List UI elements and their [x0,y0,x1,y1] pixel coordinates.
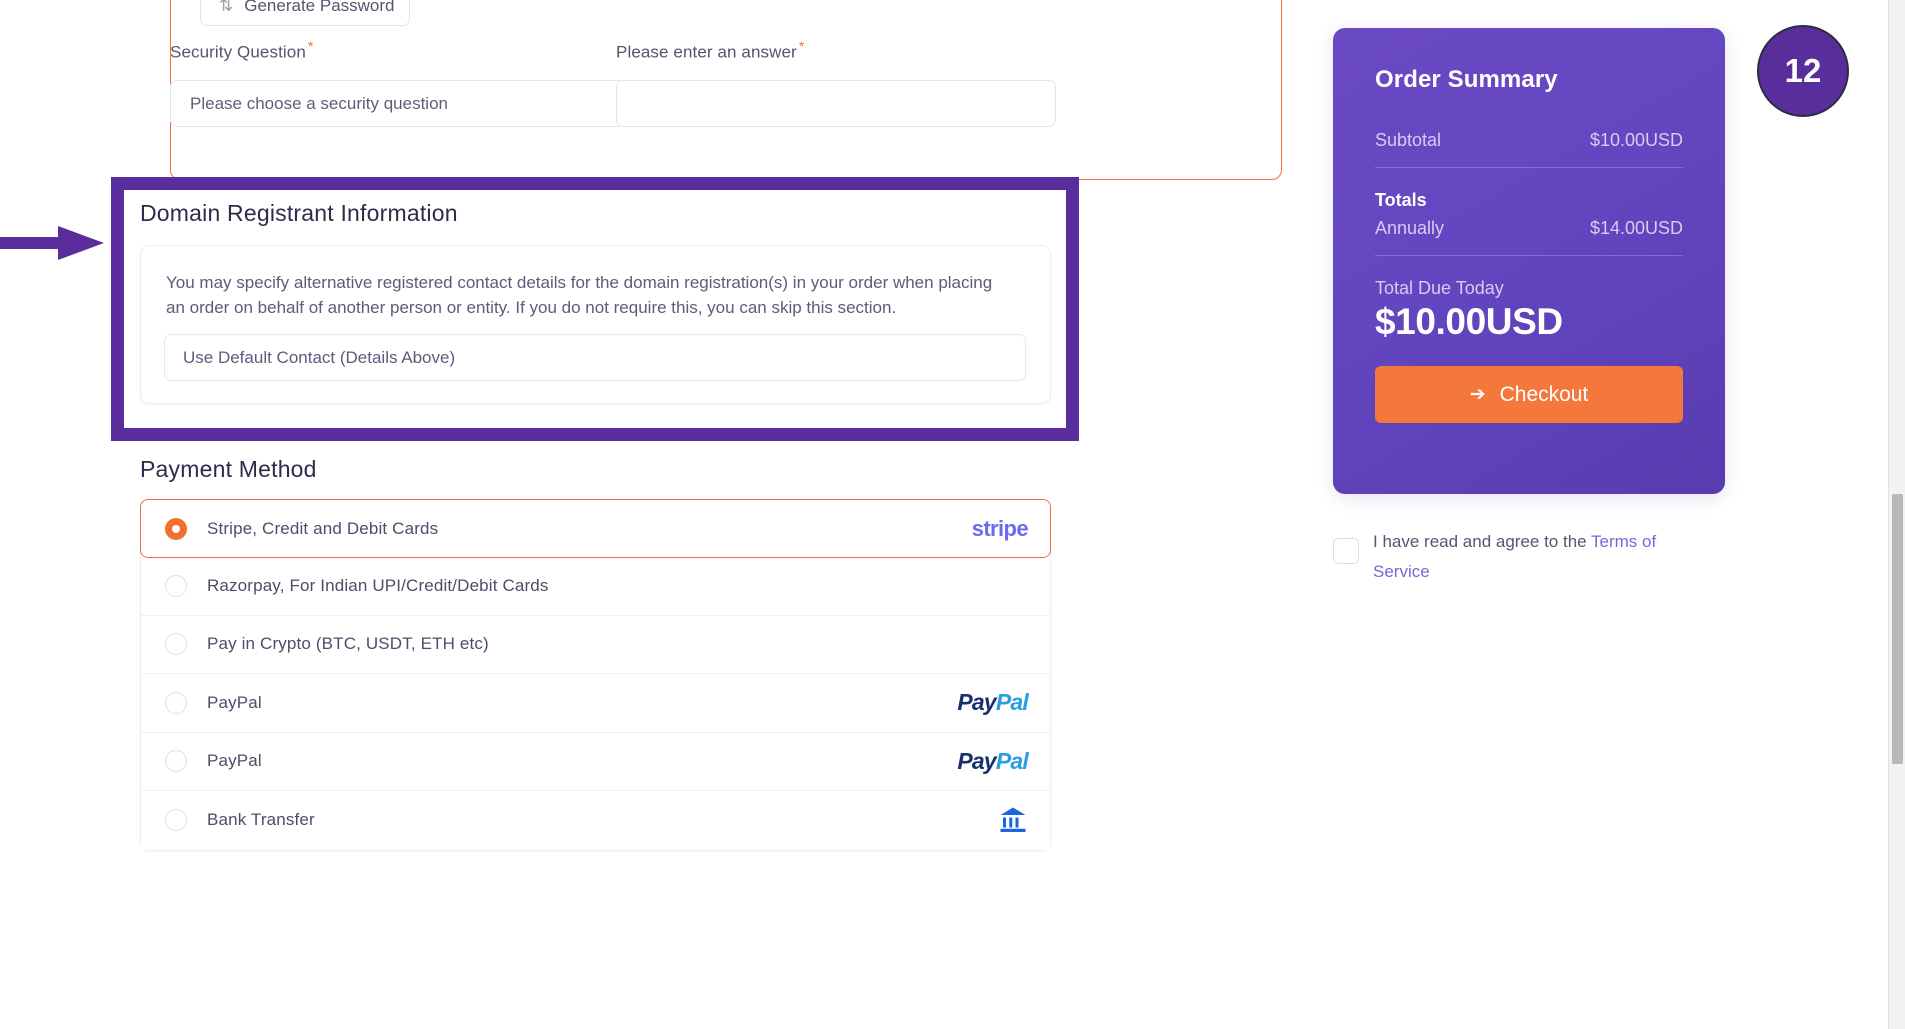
order-summary-title: Order Summary [1375,66,1558,93]
arrow-right-icon: ➔ [1469,384,1486,405]
payment-method-list: Stripe, Credit and Debit Cards stripe Ra… [140,499,1051,851]
checkout-label: Checkout [1499,382,1589,406]
order-summary-card: Order Summary Subtotal $10.00USD Totals … [1333,28,1725,494]
arrow-right-annotation-icon [0,226,104,260]
totals-label: Totals [1375,190,1427,210]
total-due-value: $10.00USD [1375,301,1563,342]
payment-method-option-paypal-1[interactable]: PayPal PayPal [141,674,1050,733]
security-question-label: Security Question * [170,38,314,62]
radio-icon[interactable] [165,574,187,597]
registrant-contact-select[interactable]: Use Default Contact (Details Above) [164,334,1026,381]
payment-method-option-paypal-2[interactable]: PayPal PayPal [141,732,1050,791]
subtotal-value: $10.00USD [1589,130,1683,150]
divider [1375,167,1683,168]
answer-input[interactable] [616,80,1056,127]
payment-method-label: Stripe, Credit and Debit Cards [207,518,439,538]
registrant-section-title: Domain Registrant Information [140,200,458,226]
payment-method-option-crypto[interactable]: Pay in Crypto (BTC, USDT, ETH etc) [141,615,1050,674]
stripe-logo-icon: stripe [971,515,1029,541]
required-marker: * [798,38,805,54]
generate-password-button[interactable]: ⇅ Generate Password [200,0,410,26]
answer-label: Please enter an answer * [616,38,805,62]
total-due-label: Total Due Today [1375,278,1504,298]
radio-icon[interactable] [165,809,187,832]
paypal-logo-icon: PayPal [957,747,1028,774]
payment-method-label: PayPal [207,692,262,712]
payment-method-title: Payment Method [140,456,317,482]
terms-of-service-row[interactable]: I have read and agree to the Terms of Se… [1333,527,1703,587]
payment-method-option-bank-transfer[interactable]: Bank Transfer [141,791,1050,850]
subtotal-label: Subtotal [1375,130,1442,150]
annually-value: $14.00USD [1589,218,1683,238]
payment-method-option-stripe[interactable]: Stripe, Credit and Debit Cards stripe [140,499,1051,558]
step-number-badge: 12 [1757,25,1849,117]
refresh-icon: ⇅ [219,0,234,15]
payment-method-label: PayPal [207,751,262,771]
radio-icon[interactable] [165,691,187,714]
payment-method-label: Bank Transfer [207,810,315,830]
required-marker: * [307,38,314,54]
order-summary-annually-row: Annually $14.00USD [1375,218,1683,255]
order-summary-subtotal-row: Subtotal $10.00USD [1375,130,1683,167]
scrollbar-track[interactable] [1888,0,1905,1029]
payment-method-label: Pay in Crypto (BTC, USDT, ETH etc) [207,634,489,654]
generate-password-label: Generate Password [244,0,395,15]
terms-text-before: I have read and agree to the [1373,532,1592,551]
radio-icon[interactable] [165,517,187,540]
terms-text: I have read and agree to the Terms of Se… [1373,527,1703,587]
paypal-logo-icon: PayPal [957,689,1028,716]
registrant-description: You may specify alternative registered c… [166,273,993,317]
scrollbar-thumb[interactable] [1892,494,1903,764]
registrant-contact-value: Use Default Contact (Details Above) [183,347,456,367]
divider [1375,255,1683,256]
checkout-button[interactable]: ➔ Checkout [1375,366,1683,423]
annually-label: Annually [1375,218,1445,238]
bank-icon [998,805,1028,835]
payment-method-label: Razorpay, For Indian UPI/Credit/Debit Ca… [207,575,549,595]
payment-method-option-razorpay[interactable]: Razorpay, For Indian UPI/Credit/Debit Ca… [141,557,1050,616]
security-question-value: Please choose a security question [190,93,448,113]
security-question-select[interactable]: Please choose a security question [170,80,625,127]
radio-icon[interactable] [165,633,187,656]
terms-checkbox[interactable] [1333,538,1359,564]
checkout-page: ⇅ Generate Password Security Question * P… [0,0,1905,1029]
radio-icon[interactable] [165,750,187,773]
